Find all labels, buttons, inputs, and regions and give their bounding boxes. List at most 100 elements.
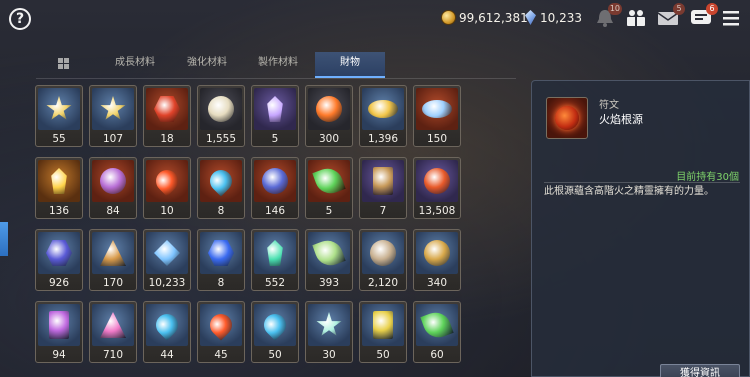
help-icon[interactable]: ? [9,8,31,30]
inventory-item[interactable]: 55 [35,85,83,147]
item-art [362,88,404,130]
inventory-item[interactable]: 50 [359,301,407,363]
side-tab-indicator[interactable] [0,222,8,256]
inventory-item[interactable]: 30 [305,301,353,363]
water-rune-icon [151,309,183,341]
item-count: 136 [48,205,70,217]
item-art [254,232,296,274]
item-art [38,232,80,274]
inventory-item[interactable]: 7 [359,157,407,219]
item-count: 5 [325,205,333,217]
silver-eye-icon [422,100,452,118]
tab-crafting-materials[interactable]: 製作材料 [241,52,315,78]
item-art [308,88,350,130]
inventory-item[interactable]: 13,508 [413,157,461,219]
item-art [146,160,188,202]
item-art [308,232,350,274]
inventory-item[interactable]: 94 [35,301,83,363]
item-art [254,160,296,202]
inventory-item[interactable]: 340 [413,229,461,291]
gold-currency: 99,612,381 [441,10,528,25]
item-count: 30 [322,349,336,361]
menu-icon[interactable] [722,8,740,28]
bell-badge: 10 [607,3,622,15]
item-count: 8 [217,277,225,289]
inventory-item[interactable]: 1,396 [359,85,407,147]
inventory-item[interactable]: 8 [197,157,245,219]
item-count: 50 [376,349,390,361]
inventory-item[interactable]: 300 [305,85,353,147]
inventory-item[interactable]: 10,233 [143,229,191,291]
inventory-item[interactable]: 10 [143,157,191,219]
star-burst-icon [316,312,342,336]
item-art [146,304,188,346]
item-count: 55 [52,133,66,145]
item-art [92,304,134,346]
inventory-item[interactable]: 393 [305,229,353,291]
acquire-info-button[interactable]: 獲得資訊 [660,364,740,377]
item-count: 2,120 [367,277,399,289]
gem-icon [525,10,536,25]
item-count: 300 [318,133,340,145]
inventory-item[interactable]: 926 [35,229,83,291]
gold-coin-icon [424,240,450,266]
item-count: 393 [318,277,340,289]
lantern-icon [46,240,72,266]
inventory-item[interactable]: 552 [251,229,299,291]
fire-root-rune-icon [546,97,588,139]
item-art [92,88,134,130]
inventory-item[interactable]: 136 [35,157,83,219]
bell-icon[interactable]: 10 [594,3,622,28]
gem-amount: 10,233 [540,10,582,25]
inventory-item[interactable]: 50 [251,301,299,363]
item-count: 44 [160,349,174,361]
item-art [362,160,404,202]
inventory-item[interactable]: 150 [413,85,461,147]
bronze-coin-icon [370,240,396,266]
inventory-item[interactable]: 5 [305,157,353,219]
inventory-item[interactable]: 18 [143,85,191,147]
inventory-item[interactable]: 8 [197,229,245,291]
fire-rune-icon [205,309,237,341]
item-art [200,304,242,346]
item-count: 50 [268,349,282,361]
crystal-cluster-icon [267,96,283,122]
inventory-item[interactable]: 45 [197,301,245,363]
inventory-item[interactable]: 146 [251,157,299,219]
tab-divider [36,78,516,79]
fire-orb-icon [316,96,342,122]
item-count: 7 [379,205,387,217]
chat-icon[interactable]: 6 [690,3,718,28]
item-count: 552 [264,277,286,289]
item-grid: 55 107 18 1,555 5 300 1,396 150 136 84 10 8 146 5 7 13,… [35,85,465,377]
item-art [416,304,458,346]
item-name: 火焰根源 [599,113,643,126]
inventory-item[interactable]: 60 [413,301,461,363]
blue-ore-icon [208,240,234,266]
inventory-item[interactable]: 44 [143,301,191,363]
item-art [362,304,404,346]
mail-icon[interactable]: 5 [657,3,685,28]
sun-medallion-icon [208,96,234,122]
tab-enhance-materials[interactable]: 強化材料 [171,52,243,78]
inventory-item[interactable]: 170 [89,229,137,291]
inventory-item[interactable]: 107 [89,85,137,147]
inventory-item[interactable]: 710 [89,301,137,363]
star-shard-icon [46,96,72,120]
pink-crystal-icon [100,312,126,338]
tab-growth-materials[interactable]: 成長材料 [96,52,174,78]
item-detail-panel: 符文 火焰根源 目前持有30個 此根源蘊含高階火之精靈擁有的力量。 獲得資訊 [531,80,750,377]
item-count: 146 [264,205,286,217]
inventory-item[interactable]: 5 [251,85,299,147]
item-art [38,160,80,202]
inventory-item[interactable]: 2,120 [359,229,407,291]
tab-treasures[interactable]: 財物 [315,52,385,78]
star-shard-icon [100,96,126,120]
golden-eye-icon [368,100,398,118]
purple-seal-icon [100,168,126,194]
inventory-item[interactable]: 84 [89,157,137,219]
detail-divider [544,182,740,183]
green-crystal-icon [267,240,283,266]
team-icon[interactable] [625,8,647,28]
inventory-item[interactable]: 1,555 [197,85,245,147]
